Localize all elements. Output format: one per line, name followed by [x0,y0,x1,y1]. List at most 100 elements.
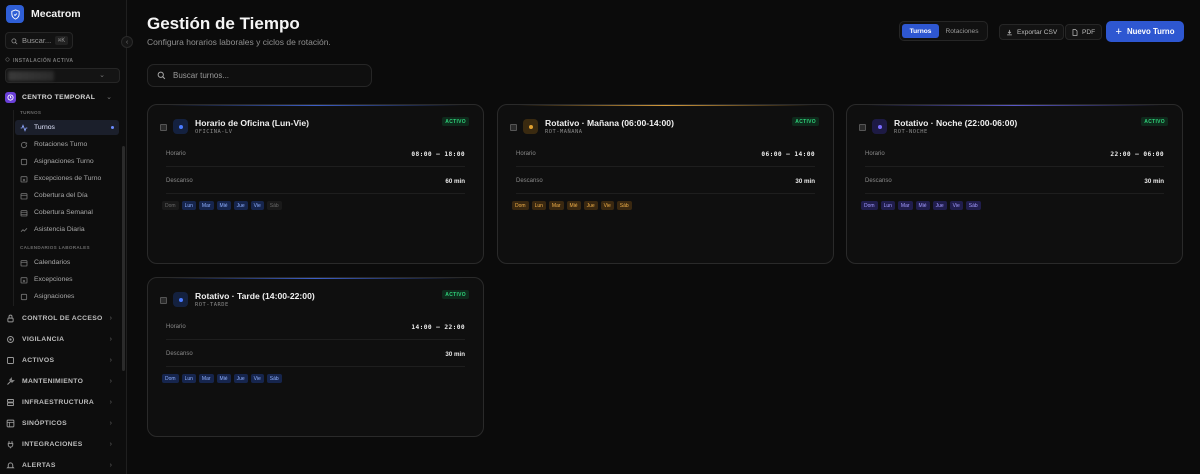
sidebar-item-rotaciones-turno[interactable]: Rotaciones Turno [15,137,119,152]
break-row: Descanso 30 min [516,175,815,187]
shift-code: ROT-MAÑANA [545,129,583,135]
sidebar-item-calendarios[interactable]: Calendarios [15,255,119,270]
section-control-de-acceso[interactable]: CONTROL DE ACCESO › [5,311,120,325]
chevron-down-icon: ⌄ [99,72,105,79]
sidebar-item-label: Calendarios [34,259,71,266]
sidebar-item-asignaciones-turno[interactable]: Asignaciones Turno [15,154,119,169]
shift-card[interactable]: Rotativo · Mañana (06:00-14:00) ROT-MAÑA… [497,104,834,264]
chevron-right-icon: › [109,377,112,385]
shift-title: Rotativo · Tarde (14:00-22:00) [195,291,315,301]
card-accent-line [518,105,813,106]
sidebar-item-label: Rotaciones Turno [34,141,88,148]
select-checkbox[interactable] [160,124,167,131]
collapse-sidebar-button[interactable]: ‹ [121,36,133,48]
divider [166,166,465,167]
day-chip-4: Jue [233,374,248,383]
status-badge: ACTIVO [1141,117,1168,126]
installation-label-text: INSTALACIÓN ACTIVA [13,57,74,64]
break-value: 60 min [445,177,465,185]
export-csv-button[interactable]: Exportar CSV [999,24,1065,40]
group-label-turnos: TURNOS [20,110,42,115]
day-chip-1: Lun [181,374,196,383]
break-value: 30 min [1144,177,1164,185]
tab-rotaciones[interactable]: Rotaciones [939,24,985,38]
day-chip-6: Sáb [266,201,282,210]
active-indicator [111,126,114,129]
section-mantenimiento[interactable]: MANTENIMIENTO › [5,374,120,388]
section-label: INTEGRACIONES [22,440,83,448]
sidebar-item-excepciones[interactable]: Excepciones [15,272,119,287]
day-chip-6: Sáb [965,201,981,210]
day-chip-2: Mar [897,201,913,210]
new-shift-button[interactable]: + Nuevo Turno [1106,21,1184,42]
calendar-week-icon [19,208,28,217]
schedule-row: Horario 14:00 – 22:00 [166,321,465,333]
section-centro-temporal[interactable]: CENTRO TEMPORAL ⌄ [5,90,120,104]
break-row: Descanso 60 min [166,175,465,187]
shift-title: Rotativo · Noche (22:00-06:00) [894,118,1018,128]
chevron-down-icon: ⌄ [106,94,112,101]
section-alertas[interactable]: ALERTAS › [5,458,120,472]
shift-card[interactable]: Rotativo · Tarde (14:00-22:00) ROT-TARDE… [147,277,484,437]
divider [865,166,1164,167]
section-label: ALERTAS [22,461,56,469]
tab-turnos[interactable]: Turnos [902,24,939,38]
shift-card[interactable]: Horario de Oficina (Lun-Vie) OFICINA-LV … [147,104,484,264]
chevron-right-icon: › [109,440,112,448]
sidebar-item-cobertura-del-dia[interactable]: Cobertura del Día [15,188,119,203]
shift-code: ROT-NOCHE [894,129,928,135]
layout-icon [5,418,16,429]
section-label: CONTROL DE ACCESO [22,314,103,322]
section-title: CENTRO TEMPORAL [22,93,96,101]
section-infraestructura[interactable]: INFRAESTRUCTURA › [5,395,120,409]
sidebar: Mecatrom Buscar... ⌘K INSTALACIÓN ACTIVA… [0,0,127,474]
shift-search-input[interactable] [173,71,363,80]
day-chip-3: Mié [216,374,231,383]
sidebar-item-asignaciones[interactable]: Asignaciones [15,289,119,304]
brand[interactable]: Mecatrom [6,2,81,26]
weekday-chips: Dom Lun Mar Mié Jue Vie Sáb [162,374,282,383]
day-chip-5: Vie [600,201,614,210]
sidebar-search[interactable]: Buscar... ⌘K [5,32,73,49]
day-chip-5: Vie [949,201,963,210]
day-chip-0: Dom [861,201,878,210]
section-vigilancia[interactable]: VIGILANCIA › [5,332,120,346]
schedule-value: 08:00 – 18:00 [411,150,465,158]
select-checkbox[interactable] [510,124,517,131]
shift-color-icon [872,119,887,134]
day-chip-1: Lun [880,201,895,210]
break-row: Descanso 30 min [166,348,465,360]
sidebar-item-asistencia-diaria[interactable]: Asistencia Diaria [15,222,119,237]
chevron-right-icon: › [109,398,112,406]
main-content: Gestión de Tiempo Configura horarios lab… [127,0,1200,474]
sidebar-item-label: Cobertura del Día [34,192,88,199]
section-sinopticos[interactable]: SINÓPTICOS › [5,416,120,430]
search-icon [157,67,166,85]
day-chip-6: Sáb [616,201,632,210]
section-label: ACTIVOS [22,356,55,364]
chevron-right-icon: › [109,356,112,364]
sidebar-item-excepciones-de-turno[interactable]: Excepciones de Turno [15,171,119,186]
pdf-label: PDF [1082,28,1096,36]
shift-search-box [147,64,372,87]
shift-code: ROT-TARDE [195,302,229,308]
assign-icon [19,292,28,301]
select-checkbox[interactable] [859,124,866,131]
sidebar-item-turnos[interactable]: Turnos [15,120,119,135]
sidebar-item-cobertura-semanal[interactable]: Cobertura Semanal [15,205,119,220]
sidebar-search-label: Buscar... [22,36,52,45]
status-badge: ACTIVO [442,117,469,126]
shift-code: OFICINA-LV [195,129,233,135]
day-chip-4: Jue [583,201,598,210]
sidebar-scrollbar[interactable] [122,146,125,371]
select-checkbox[interactable] [160,297,167,304]
assign-icon [19,157,28,166]
section-activos[interactable]: ACTIVOS › [5,353,120,367]
pdf-button[interactable]: PDF [1065,24,1103,40]
section-integraciones[interactable]: INTEGRACIONES › [5,437,120,451]
shift-card[interactable]: Rotativo · Noche (22:00-06:00) ROT-NOCHE… [846,104,1183,264]
chevron-right-icon: › [109,419,112,427]
day-chip-3: Mié [216,201,231,210]
brand-name: Mecatrom [31,8,81,20]
installation-select[interactable]: ⌄ [5,68,120,83]
